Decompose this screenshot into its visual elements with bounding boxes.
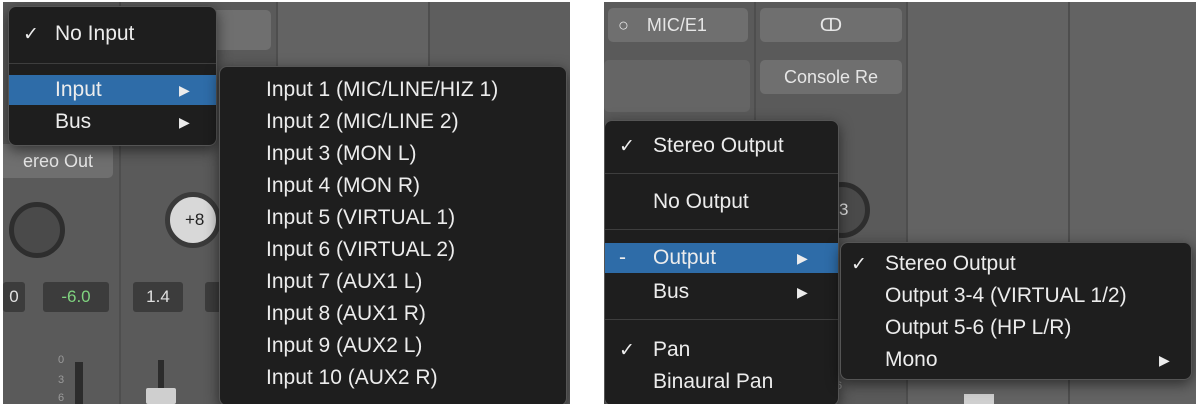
submenu-item-input-5[interactable]: Input 5 (VIRTUAL 1) [220, 203, 566, 233]
left-screenshot-panel: ereo Out +8 0 -6.0 1.4 0 3 6 ✓ No Input … [3, 2, 570, 404]
submenu-item-output-3-4[interactable]: Output 3-4 (VIRTUAL 1/2) [841, 281, 1191, 311]
gain-value-2[interactable]: -6.0 [43, 282, 109, 312]
submenu-item-input-8[interactable]: Input 8 (AUX1 R) [220, 299, 566, 329]
mixed-state-dash-icon: - [619, 246, 626, 269]
stereo-link-icon: ↀ [819, 14, 843, 35]
submenu-item-label: Input 10 (AUX2 R) [266, 366, 438, 389]
output-submenu: ✓ Stereo Output Output 3-4 (VIRTUAL 1/2)… [840, 242, 1192, 380]
output-selector-button[interactable]: ereo Out [3, 144, 113, 178]
submenu-arrow-icon: ▶ [179, 81, 190, 98]
meter-tick: 3 [58, 374, 65, 386]
input-selector-label: MIC/E1 [646, 14, 707, 35]
submenu-item-input-9[interactable]: Input 9 (AUX2 L) [220, 331, 566, 361]
fader-handle[interactable] [146, 388, 176, 404]
menu-item-label: Bus [55, 110, 92, 133]
menu-item-stereo-output[interactable]: ✓ Stereo Output [605, 131, 838, 161]
submenu-item-label: Input 5 (VIRTUAL 1) [266, 206, 456, 229]
menu-item-bus[interactable]: Bus ▶ [9, 107, 216, 137]
menu-item-label: Bus [653, 280, 690, 303]
menu-item-label: No Input [55, 22, 135, 45]
pan-knob-1[interactable] [9, 202, 65, 258]
menu-separator [605, 173, 838, 174]
submenu-arrow-icon: ▶ [179, 113, 190, 130]
submenu-item-stereo-output[interactable]: ✓ Stereo Output [841, 249, 1191, 279]
pan-knob-2[interactable]: +8 [165, 192, 221, 248]
submenu-item-input-2[interactable]: Input 2 (MIC/LINE 2) [220, 107, 566, 137]
pan-knob-2-value: +8 [185, 210, 205, 229]
right-screenshot-panel: ○ MIC/E1 ↀ Console Re 3 6 ✓ Stereo Outpu… [604, 2, 1196, 404]
menu-item-bus[interactable]: Bus ▶ [605, 277, 838, 307]
submenu-item-label: Input 4 (MON R) [266, 174, 421, 197]
level-meter-1 [75, 362, 83, 404]
submenu-item-input-6[interactable]: Input 6 (VIRTUAL 2) [220, 235, 566, 265]
submenu-arrow-icon: ▶ [1159, 351, 1170, 368]
menu-item-no-output[interactable]: No Output [605, 187, 838, 217]
checkmark-icon: ✓ [619, 339, 635, 361]
menu-item-label: Pan [653, 338, 691, 361]
stereo-link-button[interactable]: ↀ [760, 8, 902, 42]
menu-item-label: No Output [653, 190, 749, 213]
menu-item-output[interactable]: - Output ▶ [605, 243, 838, 273]
submenu-item-label: Input 2 (MIC/LINE 2) [266, 110, 459, 133]
submenu-arrow-icon: ▶ [797, 283, 808, 300]
menu-item-input[interactable]: Input ▶ [9, 75, 216, 105]
menu-separator [9, 63, 216, 64]
menu-item-label: Output [653, 246, 717, 269]
meter-tick: 6 [58, 392, 65, 404]
gain-value-3[interactable]: 1.4 [133, 282, 183, 312]
gain-value-1[interactable]: 0 [3, 282, 25, 312]
meter-tick: 0 [58, 354, 65, 366]
submenu-item-label: Input 9 (AUX2 L) [266, 334, 423, 357]
submenu-item-label: Input 3 (MON L) [266, 142, 417, 165]
menu-item-label: Stereo Output [653, 134, 784, 157]
console-return-label: Console Re [783, 66, 879, 87]
circle-icon: ○ [618, 14, 629, 35]
menu-separator [605, 229, 838, 230]
submenu-item-input-3[interactable]: Input 3 (MON L) [220, 139, 566, 169]
checkmark-icon: ✓ [619, 135, 635, 157]
checkmark-icon: ✓ [23, 23, 39, 45]
pan-knob-value: 3 [839, 200, 849, 219]
submenu-item-output-5-6[interactable]: Output 5-6 (HP L/R) [841, 313, 1191, 343]
menu-item-no-input[interactable]: ✓ No Input [9, 19, 216, 49]
output-menu: ✓ Stereo Output No Output - Output ▶ Bus… [604, 120, 839, 404]
menu-item-binaural-pan[interactable]: Binaural Pan [605, 367, 838, 397]
submenu-item-label: Output 5-6 (HP L/R) [885, 316, 1072, 339]
input-selector-button[interactable]: ○ MIC/E1 [608, 8, 748, 42]
input-submenu: Input 1 (MIC/LINE/HIZ 1) Input 2 (MIC/LI… [219, 66, 567, 404]
submenu-item-input-10[interactable]: Input 10 (AUX2 R) [220, 363, 566, 393]
checkmark-icon: ✓ [851, 253, 867, 275]
console-return-button[interactable]: Console Re [760, 60, 902, 94]
menu-item-label: Input [55, 78, 102, 101]
fader-handle[interactable] [964, 394, 994, 404]
submenu-item-input-1[interactable]: Input 1 (MIC/LINE/HIZ 1) [220, 75, 566, 105]
submenu-item-label: Input 1 (MIC/LINE/HIZ 1) [266, 78, 499, 101]
empty-slot-button[interactable] [604, 60, 750, 112]
submenu-item-label: Input 8 (AUX1 R) [266, 302, 426, 325]
submenu-item-input-7[interactable]: Input 7 (AUX1 L) [220, 267, 566, 297]
submenu-item-label: Input 7 (AUX1 L) [266, 270, 423, 293]
submenu-item-label: Output 3-4 (VIRTUAL 1/2) [885, 284, 1127, 307]
submenu-item-label: Mono [885, 348, 938, 371]
menu-item-label: Binaural Pan [653, 370, 774, 393]
output-selector-label: ereo Out [22, 150, 94, 171]
submenu-item-mono[interactable]: Mono ▶ [841, 345, 1191, 375]
submenu-item-input-4[interactable]: Input 4 (MON R) [220, 171, 566, 201]
menu-item-pan[interactable]: ✓ Pan [605, 335, 838, 365]
submenu-item-label: Stereo Output [885, 252, 1016, 275]
submenu-arrow-icon: ▶ [797, 249, 808, 266]
input-menu: ✓ No Input Input ▶ Bus ▶ [8, 6, 217, 146]
submenu-item-label: Input 6 (VIRTUAL 2) [266, 238, 456, 261]
menu-separator [605, 319, 838, 320]
